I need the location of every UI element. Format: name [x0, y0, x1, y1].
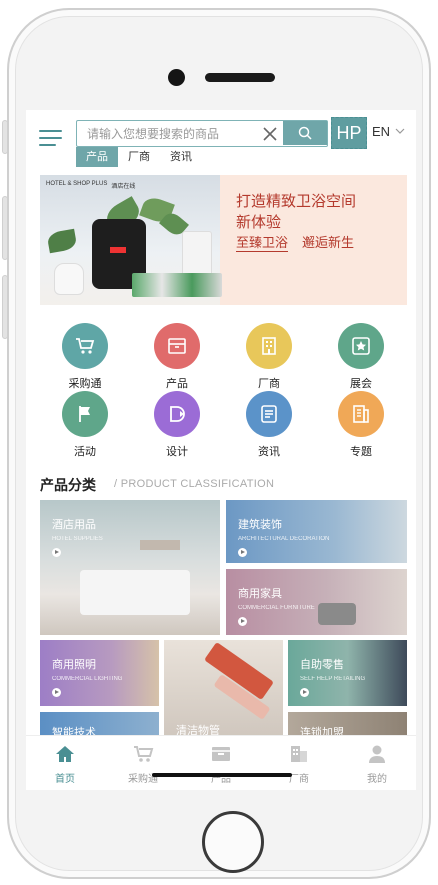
- category-architectural-decoration[interactable]: 建筑装饰 ARCHITECTURAL DECORATION: [226, 500, 407, 563]
- nav-manufacturers[interactable]: 厂商: [260, 736, 338, 790]
- category-name: 商用家具: [238, 587, 282, 600]
- category-commercial-furniture[interactable]: 商用家具 COMMERCIAL FURNITURE: [226, 569, 407, 635]
- grid-item-news[interactable]: 资讯: [234, 391, 304, 459]
- home-indicator: [152, 773, 292, 777]
- search-scope-tabs: 产品 厂商 资讯: [76, 147, 202, 167]
- category-name: 建筑装饰: [238, 518, 282, 531]
- promo-banner[interactable]: HOTEL & SHOP PLUS 酒店在线 打造精致卫浴空间 新体验 至臻卫浴…: [40, 175, 407, 305]
- box-icon: [154, 323, 200, 369]
- home-icon: [56, 746, 74, 762]
- search-button[interactable]: [283, 121, 327, 145]
- banner-subtitle: 至臻卫浴 邂逅新生: [236, 232, 354, 252]
- category-cleaning[interactable]: 清洁物管: [164, 640, 283, 740]
- nav-profile[interactable]: 我的: [338, 736, 416, 790]
- banner-product-image: HOTEL & SHOP PLUS 酒店在线: [40, 175, 222, 305]
- category-name-en: COMMERCIAL LIGHTING: [52, 676, 123, 682]
- section-title: 产品分类: [40, 478, 96, 494]
- arrow-right-icon: [52, 688, 61, 697]
- app-screen: HP EN 产品 厂商 资讯 HOTEL & SHOP PLUS 酒店在线 打造…: [26, 110, 416, 790]
- section-subtitle: / PRODUCT CLASSIFICATION: [114, 478, 275, 490]
- arrow-right-icon: [238, 548, 247, 557]
- arrow-right-icon: [52, 548, 61, 557]
- mute-switch: [2, 120, 8, 154]
- arrow-right-icon: [300, 688, 309, 697]
- clear-icon[interactable]: [261, 125, 279, 143]
- box-icon: [212, 747, 230, 761]
- nav-procurement[interactable]: 采购通: [104, 736, 182, 790]
- home-hardware-button[interactable]: [202, 811, 264, 873]
- nav-products[interactable]: 产品: [182, 736, 260, 790]
- category-name: 酒店用品: [52, 518, 96, 531]
- grid-item-events[interactable]: 活动: [50, 391, 120, 459]
- tab-manufacturers[interactable]: 厂商: [118, 147, 160, 167]
- tab-products[interactable]: 产品: [76, 147, 118, 167]
- grid-item-topics[interactable]: 专题: [326, 391, 396, 459]
- nav-home[interactable]: 首页: [26, 736, 104, 790]
- grid-item-design[interactable]: 设计: [142, 391, 212, 459]
- grid-item-manufacturers[interactable]: 厂商: [234, 323, 304, 391]
- category-commercial-lighting[interactable]: 商用照明 COMMERCIAL LIGHTING: [40, 640, 159, 706]
- design-icon: [154, 391, 200, 437]
- building-icon: [291, 746, 307, 762]
- category-name-en: COMMERCIAL FURNITURE: [238, 605, 315, 611]
- search-bar: [76, 120, 328, 147]
- banner-brand-right: 酒店在线: [111, 184, 136, 190]
- grid-item-procurement[interactable]: 采购通: [50, 323, 120, 391]
- user-icon: [369, 745, 385, 763]
- menu-icon[interactable]: [39, 130, 62, 148]
- banner-brand-left: HOTEL & SHOP PLUS: [46, 181, 108, 187]
- cart-icon: [134, 746, 154, 762]
- language-selector[interactable]: EN: [372, 124, 390, 139]
- star-badge-icon: [338, 323, 384, 369]
- news-icon: [246, 391, 292, 437]
- category-name: 自助零售: [300, 658, 344, 671]
- topic-icon: [338, 391, 384, 437]
- volume-up-button: [2, 196, 8, 260]
- category-self-retail[interactable]: 自助零售 SELF HELP RETAILING: [288, 640, 407, 706]
- volume-down-button: [2, 275, 8, 339]
- front-camera: [168, 69, 185, 86]
- banner-title: 打造精致卫浴空间 新体验: [236, 192, 357, 231]
- arrow-right-icon: [238, 617, 247, 626]
- brand-logo[interactable]: HP: [331, 117, 367, 149]
- building-icon: [246, 323, 292, 369]
- grid-item-products[interactable]: 产品: [142, 323, 212, 391]
- grid-item-exhibitions[interactable]: 展会: [326, 323, 396, 391]
- search-input[interactable]: [87, 125, 265, 143]
- flag-icon: [62, 391, 108, 437]
- category-hotel-supplies[interactable]: 酒店用品 HOTEL SUPPLIES: [40, 500, 220, 635]
- chevron-down-icon[interactable]: [395, 127, 405, 135]
- cart-icon: [62, 323, 108, 369]
- category-name-en: HOTEL SUPPLIES: [52, 536, 103, 542]
- category-name-en: SELF HELP RETAILING: [300, 676, 366, 682]
- search-icon: [298, 126, 312, 140]
- category-name-en: ARCHITECTURAL DECORATION: [238, 536, 330, 542]
- category-name: 商用照明: [52, 658, 96, 671]
- bottom-nav: 首页 采购通 产品 厂商 我的: [26, 735, 416, 790]
- tab-news[interactable]: 资讯: [160, 147, 202, 167]
- earpiece-speaker: [205, 73, 275, 82]
